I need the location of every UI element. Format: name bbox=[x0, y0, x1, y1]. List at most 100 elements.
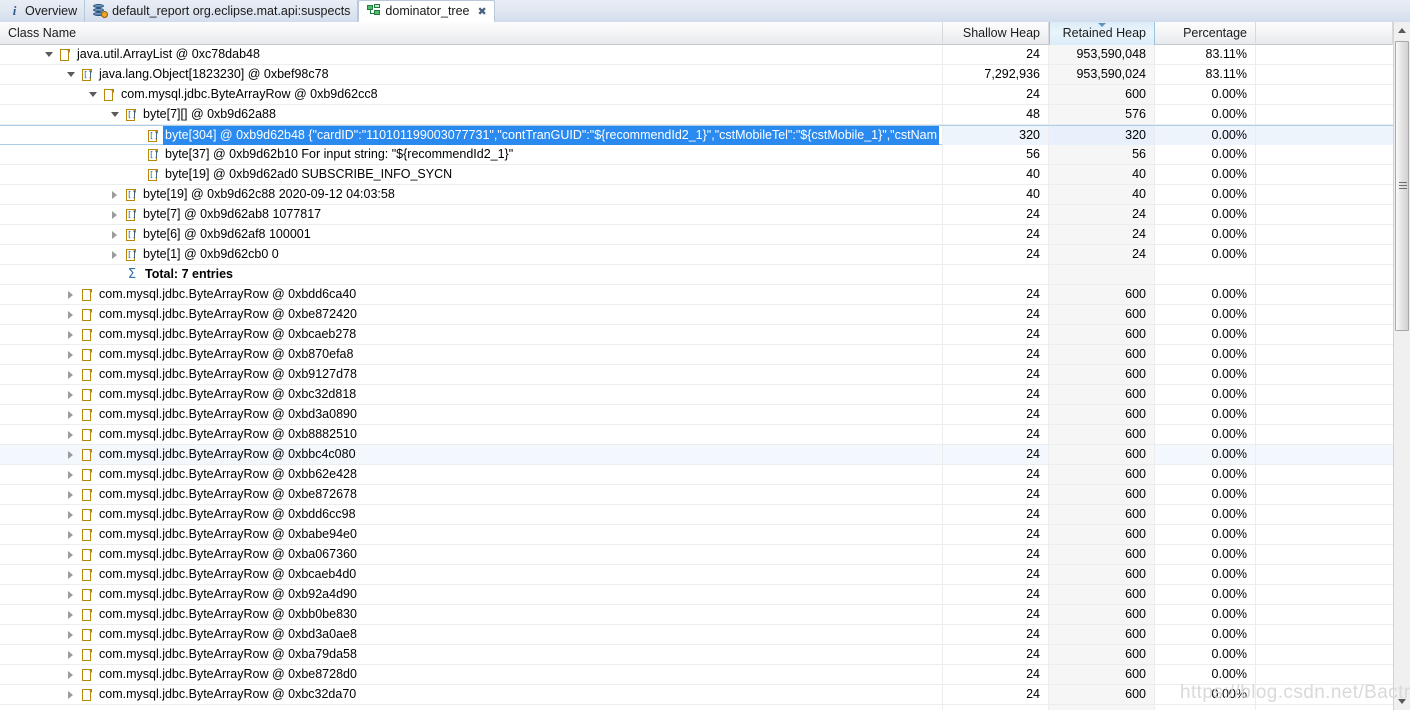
scroll-down-arrow-icon[interactable] bbox=[1394, 693, 1410, 710]
tree-collapsed-icon[interactable] bbox=[66, 625, 77, 644]
cell-class-name[interactable]: com.mysql.jdbc.ByteArrayRow @ 0xb9127d78 bbox=[0, 365, 943, 384]
tree-expanded-icon[interactable] bbox=[66, 65, 77, 84]
table-row[interactable]: [] byte[6] @ 0xb9d62af8 100001 24 24 0.00% bbox=[0, 225, 1393, 245]
column-header-class-name[interactable]: Class Name bbox=[0, 21, 943, 45]
cell-class-name[interactable]: com.mysql.jdbc.ByteArrayRow @ 0xbcaeb4d0 bbox=[0, 565, 943, 584]
tree-collapsed-icon[interactable] bbox=[66, 365, 77, 384]
cell-class-name[interactable]: com.mysql.jdbc.ByteArrayRow @ 0xba067360 bbox=[0, 545, 943, 564]
table-row[interactable]: com.mysql.jdbc.ByteArrayRow @ 0xb9d62cc8… bbox=[0, 85, 1393, 105]
table-row[interactable]: com.mysql.jdbc.ByteArrayRow @ 0xbc32d818… bbox=[0, 385, 1393, 405]
cell-class-name[interactable]: com.mysql.jdbc.ByteArrayRow @ 0xbbc4c080 bbox=[0, 445, 943, 464]
table-row[interactable]: java.util.ArrayList @ 0xc78dab48 24 953,59… bbox=[0, 45, 1393, 65]
dominator-tree-table[interactable]: java.util.ArrayList @ 0xc78dab48 24 953,59… bbox=[0, 45, 1393, 710]
tree-collapsed-icon[interactable] bbox=[66, 685, 77, 704]
table-row[interactable]: com.mysql.jdbc.ByteArrayRow @ 0xbcaeb278… bbox=[0, 325, 1393, 345]
tree-expanded-icon[interactable] bbox=[88, 85, 99, 104]
cell-class-name[interactable]: [] byte[1] @ 0xb9d62cb0 0 bbox=[0, 245, 943, 264]
tree-expanded-icon[interactable] bbox=[110, 105, 121, 124]
cell-class-name[interactable]: [] byte[6] @ 0xb9d62af8 100001 bbox=[0, 225, 943, 244]
tree-collapsed-icon[interactable] bbox=[66, 705, 77, 710]
cell-class-name[interactable]: [] java.lang.Object[1823230] @ 0xbef98c78 bbox=[0, 65, 943, 84]
tree-collapsed-icon[interactable] bbox=[110, 205, 121, 224]
tree-collapsed-icon[interactable] bbox=[66, 465, 77, 484]
cell-class-name[interactable]: com.mysql.jdbc.ByteArrayRow @ 0xbc32da70 bbox=[0, 685, 943, 704]
table-row[interactable]: com.mysql.jdbc.ByteArrayRow @ 0xbdd6ca40… bbox=[0, 285, 1393, 305]
cell-class-name[interactable]: com.mysql.jdbc.ByteArrayRow @ 0xbe8728d0 bbox=[0, 665, 943, 684]
tree-collapsed-icon[interactable] bbox=[66, 325, 77, 344]
table-row[interactable]: com.mysql.jdbc.ByteArrayRow @ 0xbb0be830… bbox=[0, 605, 1393, 625]
cell-class-name[interactable]: [] byte[304] @ 0xb9d62b48 {"cardID":"1101… bbox=[0, 126, 943, 145]
table-row[interactable]: com.mysql.jdbc.ByteArrayRow @ 0xb9127d78… bbox=[0, 365, 1393, 385]
cell-class-name[interactable]: com.mysql.jdbc.ByteArrayRow @ 0xb870efa8 bbox=[0, 345, 943, 364]
tree-collapsed-icon[interactable] bbox=[66, 405, 77, 424]
tree-collapsed-icon[interactable] bbox=[66, 605, 77, 624]
tree-collapsed-icon[interactable] bbox=[66, 425, 77, 444]
tree-collapsed-icon[interactable] bbox=[66, 565, 77, 584]
cell-class-name[interactable]: com.mysql.jdbc.ByteArrayRow @ 0xbc32d818 bbox=[0, 385, 943, 404]
column-header-percentage[interactable]: Percentage bbox=[1155, 21, 1256, 45]
table-row[interactable]: com.mysql.jdbc.ByteArrayRow @ 0xbb62e428… bbox=[0, 465, 1393, 485]
table-row[interactable]: com.mysql.jdbc.ByteArrayRow @ 0xba067360… bbox=[0, 545, 1393, 565]
tree-collapsed-icon[interactable] bbox=[66, 345, 77, 364]
cell-class-name[interactable]: com.mysql.jdbc.ByteArrayRow @ 0xbdd6cc98 bbox=[0, 505, 943, 524]
scrollbar-thumb[interactable] bbox=[1395, 41, 1409, 331]
tree-collapsed-icon[interactable] bbox=[66, 305, 77, 324]
table-row[interactable]: com.mysql.jdbc.ByteArrayRow @ 0xb870efa8… bbox=[0, 345, 1393, 365]
cell-class-name[interactable]: com.mysql.jdbc.ByteArrayRow @ 0xb8882510 bbox=[0, 425, 943, 444]
cell-class-name[interactable]: com.mysql.jdbc.ByteArrayRow @ 0xbb0be830 bbox=[0, 605, 943, 624]
table-row[interactable]: [] byte[37] @ 0xb9d62b10 For input string… bbox=[0, 145, 1393, 165]
tree-collapsed-icon[interactable] bbox=[66, 385, 77, 404]
table-row[interactable]: [] byte[7] @ 0xb9d62ab8 1077817 24 24 0.00% bbox=[0, 205, 1393, 225]
cell-class-name[interactable]: com.mysql.jdbc.ByteArrayRow @ 0xbb62e428 bbox=[0, 465, 943, 484]
tree-collapsed-icon[interactable] bbox=[66, 645, 77, 664]
table-row[interactable]: [] byte[304] @ 0xb9d62b48 {"cardID":"1101… bbox=[0, 125, 1393, 145]
tree-collapsed-icon[interactable] bbox=[66, 485, 77, 504]
table-row[interactable]: com.mysql.jdbc.ByteArrayRow @ 0xb92a4d90… bbox=[0, 585, 1393, 605]
tree-collapsed-icon[interactable] bbox=[66, 505, 77, 524]
cell-class-name[interactable]: com.mysql.jdbc.ByteArrayRow @ 0xbdd6ca40 bbox=[0, 285, 943, 304]
cell-class-name[interactable]: Σ Total: 7 entries bbox=[0, 265, 943, 284]
tree-collapsed-icon[interactable] bbox=[66, 525, 77, 544]
tree-collapsed-icon[interactable] bbox=[66, 285, 77, 304]
tab-default-report[interactable]: default_report org.eclipse.mat.api:suspe… bbox=[85, 0, 359, 22]
cell-class-name[interactable]: com.mysql.jdbc.ByteArrayRow @ 0xba79da58 bbox=[0, 645, 943, 664]
cell-class-name[interactable]: com.mysql.jdbc.ByteArrayRow @ 0xbd3a0ae8 bbox=[0, 625, 943, 644]
tree-collapsed-icon[interactable] bbox=[66, 545, 77, 564]
cell-class-name[interactable]: com.mysql.jdbc.ByteArrayRow @ 0xbcaeb278 bbox=[0, 325, 943, 344]
tab-dominator-tree[interactable]: dominator_tree ✖ bbox=[358, 0, 495, 22]
tree-expanded-icon[interactable] bbox=[44, 45, 55, 64]
cell-class-name[interactable]: [] byte[19] @ 0xb9d62ad0 SUBSCRIBE_INFO_S… bbox=[0, 165, 943, 184]
cell-class-name[interactable] bbox=[0, 705, 943, 710]
table-row[interactable]: [] byte[19] @ 0xb9d62c88 2020-09-12 04:03… bbox=[0, 185, 1393, 205]
tree-collapsed-icon[interactable] bbox=[110, 225, 121, 244]
cell-class-name[interactable]: com.mysql.jdbc.ByteArrayRow @ 0xbe872420 bbox=[0, 305, 943, 324]
close-icon[interactable]: ✖ bbox=[478, 5, 487, 18]
tree-collapsed-icon[interactable] bbox=[110, 185, 121, 204]
table-row[interactable]: com.mysql.jdbc.ByteArrayRow @ 0xba79da58… bbox=[0, 645, 1393, 665]
table-row[interactable]: com.mysql.jdbc.ByteArrayRow @ 0xbe8728d0… bbox=[0, 665, 1393, 685]
column-header-retained-heap[interactable]: Retained Heap bbox=[1049, 21, 1155, 45]
cell-class-name[interactable]: [] byte[37] @ 0xb9d62b10 For input string… bbox=[0, 145, 943, 164]
table-row[interactable]: com.mysql.jdbc.ByteArrayRow @ 0xbd3a0890… bbox=[0, 405, 1393, 425]
tree-collapsed-icon[interactable] bbox=[110, 245, 121, 264]
cell-class-name[interactable]: java.util.ArrayList @ 0xc78dab48 bbox=[0, 45, 943, 64]
column-header-shallow-heap[interactable]: Shallow Heap bbox=[943, 21, 1049, 45]
cell-class-name[interactable]: [] byte[19] @ 0xb9d62c88 2020-09-12 04:03… bbox=[0, 185, 943, 204]
table-row[interactable]: com.mysql.jdbc.ByteArrayRow @ 0xbabe94e0… bbox=[0, 525, 1393, 545]
table-row[interactable]: [] java.lang.Object[1823230] @ 0xbef98c78… bbox=[0, 65, 1393, 85]
table-row[interactable]: com.mysql.jdbc.ByteArrayRow @ 0xb8882510… bbox=[0, 425, 1393, 445]
tree-collapsed-icon[interactable] bbox=[66, 445, 77, 464]
table-row[interactable] bbox=[0, 705, 1393, 710]
cell-class-name[interactable]: com.mysql.jdbc.ByteArrayRow @ 0xbe872678 bbox=[0, 485, 943, 504]
cell-class-name[interactable]: com.mysql.jdbc.ByteArrayRow @ 0xbabe94e0 bbox=[0, 525, 943, 544]
cell-class-name[interactable]: com.mysql.jdbc.ByteArrayRow @ 0xb92a4d90 bbox=[0, 585, 943, 604]
table-row[interactable]: [] byte[1] @ 0xb9d62cb0 0 24 24 0.00% bbox=[0, 245, 1393, 265]
table-row[interactable]: com.mysql.jdbc.ByteArrayRow @ 0xbc32da70… bbox=[0, 685, 1393, 705]
table-row[interactable]: com.mysql.jdbc.ByteArrayRow @ 0xbdd6cc98… bbox=[0, 505, 1393, 525]
table-row[interactable]: com.mysql.jdbc.ByteArrayRow @ 0xbd3a0ae8… bbox=[0, 625, 1393, 645]
tree-collapsed-icon[interactable] bbox=[66, 665, 77, 684]
vertical-scrollbar[interactable] bbox=[1393, 22, 1410, 710]
table-row[interactable]: com.mysql.jdbc.ByteArrayRow @ 0xbcaeb4d0… bbox=[0, 565, 1393, 585]
tab-overview[interactable]: i Overview bbox=[0, 0, 86, 22]
cell-class-name[interactable]: [] byte[7][] @ 0xb9d62a88 bbox=[0, 105, 943, 124]
